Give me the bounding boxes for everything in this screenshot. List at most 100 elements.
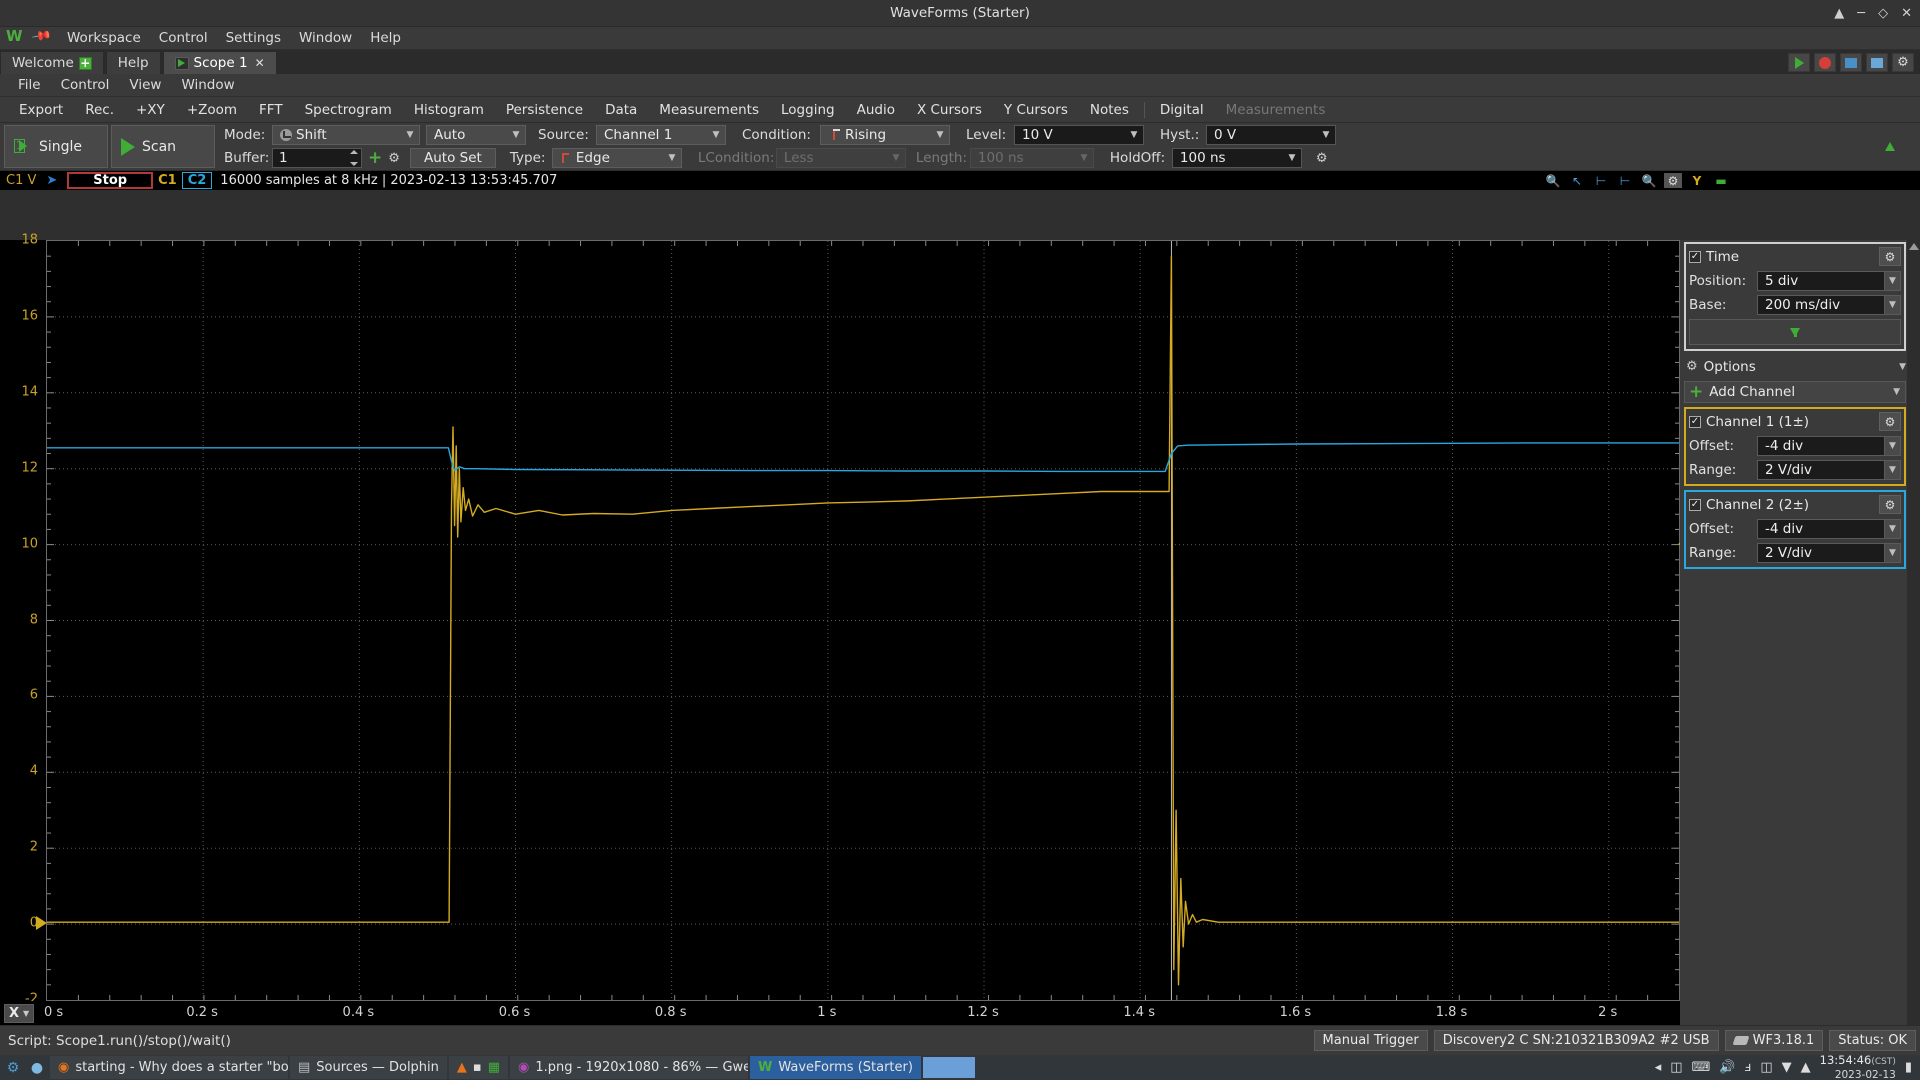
toolbar-measurements[interactable]: Measurements	[648, 99, 770, 121]
toolbar-logging[interactable]: Logging	[770, 99, 846, 121]
zoom-in-icon[interactable]: 🔍	[1544, 173, 1562, 188]
buffer-gear-icon[interactable]: ⚙	[388, 151, 400, 166]
volume-icon[interactable]: 🔊	[1719, 1060, 1735, 1075]
position-input[interactable]: 5 div ▼	[1757, 270, 1901, 291]
bluetooth-icon[interactable]: ⅎ	[1745, 1060, 1752, 1075]
window-button[interactable]	[1866, 53, 1888, 72]
minus-icon[interactable]: ▬	[1712, 173, 1730, 188]
channel-2-checkbox[interactable]: ✓	[1689, 498, 1701, 511]
notification-icon[interactable]: ◂	[1655, 1060, 1662, 1075]
show-desktop-icon[interactable]: ▮	[1905, 1060, 1912, 1075]
tab-scope-1[interactable]: Scope 1 ✕	[162, 51, 277, 74]
scope-menu-window[interactable]: Window	[171, 75, 244, 95]
toolbar-rec[interactable]: Rec.	[74, 99, 125, 121]
task-dolphin[interactable]: ▤ Sources — Dolphin	[290, 1056, 447, 1079]
level-input[interactable]: 10 V ▼	[1014, 125, 1144, 145]
toolbar-y-cursors[interactable]: Y Cursors	[993, 99, 1079, 121]
options-row[interactable]: ⚙ Options ▼	[1684, 355, 1906, 378]
single-button[interactable]: 1 Single	[4, 125, 108, 168]
stop-button[interactable]: Stop	[67, 172, 154, 189]
toolbar-notes[interactable]: Notes	[1079, 99, 1140, 121]
close-icon[interactable]: ✕	[1901, 7, 1912, 20]
condition-select[interactable]: Rising ▼	[820, 125, 950, 145]
time-checkbox[interactable]: ✓	[1689, 250, 1701, 263]
menu-settings[interactable]: Settings	[217, 28, 290, 48]
toolbar-digital[interactable]: Digital	[1149, 99, 1215, 121]
plus-icon[interactable]: +	[78, 56, 92, 70]
status-badge[interactable]: Status: OK	[1829, 1030, 1916, 1051]
menu-window[interactable]: Window	[290, 28, 361, 48]
cursor-measure-icon[interactable]: ↖	[1568, 173, 1586, 188]
browser-icon[interactable]: ●	[26, 1057, 48, 1079]
toolbar-persistence[interactable]: Persistence	[495, 99, 594, 121]
record-button[interactable]	[1814, 53, 1836, 72]
toolbar-zoom[interactable]: +Zoom	[176, 99, 248, 121]
task-waveforms[interactable]: W WaveForms (Starter)	[750, 1056, 921, 1079]
channel-1-range-input[interactable]: 2 V/div ▼	[1757, 459, 1901, 480]
taskbar-clock[interactable]: 13:54:46(CST) 2023-02-13	[1820, 1053, 1896, 1080]
scan-button[interactable]: Scan	[111, 125, 215, 168]
c2-badge[interactable]: C2	[181, 172, 213, 189]
stepper-icon[interactable]	[348, 149, 359, 167]
c1-badge[interactable]: C1	[153, 173, 182, 188]
toolbar-histogram[interactable]: Histogram	[403, 99, 495, 121]
time-scroll-bar[interactable]	[1689, 319, 1901, 345]
scroll-up-icon[interactable]	[1908, 243, 1919, 250]
channel-1-offset-input[interactable]: -4 div ▼	[1757, 435, 1901, 456]
device-status[interactable]: Discovery2 C SN:210321B309A2 #2 USB	[1433, 1030, 1719, 1051]
scope-menu-view[interactable]: View	[119, 75, 171, 95]
source-select[interactable]: Channel 1 ▼	[596, 125, 726, 145]
kde-start-icon[interactable]: ⚙	[2, 1057, 24, 1079]
settings-button[interactable]: ⚙	[1892, 53, 1914, 72]
mode-select[interactable]: Shift ▼	[272, 125, 420, 145]
auto-set-button[interactable]: Auto Set	[409, 148, 496, 168]
manual-trigger-button[interactable]: Manual Trigger	[1313, 1030, 1428, 1051]
add-buffer-icon[interactable]: +	[368, 149, 382, 167]
time-gear-icon[interactable]: ⚙	[1879, 247, 1901, 266]
close-icon[interactable]: ✕	[255, 56, 265, 70]
menu-control[interactable]: Control	[150, 28, 217, 48]
menu-help[interactable]: Help	[361, 28, 410, 48]
toolbar-export[interactable]: Export	[8, 99, 74, 121]
buffer-input[interactable]: 1	[272, 148, 362, 168]
run-button[interactable]	[1788, 53, 1810, 72]
device-icon[interactable]: ◫	[1670, 1060, 1682, 1075]
version-status[interactable]: WF3.18.1	[1724, 1030, 1824, 1051]
channel-1-checkbox[interactable]: ✓	[1689, 415, 1701, 428]
toolbar-fft[interactable]: FFT	[248, 99, 294, 121]
pager-widget[interactable]	[922, 1057, 1093, 1078]
h-measure-icon[interactable]: ⊢	[1592, 173, 1610, 188]
arrow-up-icon[interactable]	[1885, 142, 1895, 151]
type-select[interactable]: Edge ▼	[551, 148, 682, 168]
y-offset-marker-left[interactable]	[36, 916, 47, 931]
trigger-gear-icon[interactable]: ⚙	[1316, 151, 1328, 166]
channel-2-range-input[interactable]: 2 V/div ▼	[1757, 542, 1901, 563]
hyst-input[interactable]: 0 V ▼	[1206, 125, 1336, 145]
toolbar-spectrogram[interactable]: Spectrogram	[294, 99, 403, 121]
battery-icon[interactable]: ◫	[1760, 1060, 1772, 1075]
menu-workspace[interactable]: Workspace	[58, 28, 150, 48]
scope-menu-control[interactable]: Control	[51, 75, 120, 95]
h-measure2-icon[interactable]: ⊢	[1616, 173, 1634, 188]
task-gwenview[interactable]: ◉ 1.png - 1920x1080 - 86% — Gwe...	[510, 1056, 749, 1079]
play-icon[interactable]: ➤	[42, 173, 67, 188]
auto-select[interactable]: Auto ▼	[426, 125, 526, 145]
tab-welcome[interactable]: Welcome +	[0, 51, 104, 74]
collapse-icon[interactable]: ▲	[1834, 7, 1844, 20]
minimize-icon[interactable]: ─	[1857, 7, 1865, 20]
vpn-icon[interactable]: ▼	[1782, 1060, 1792, 1075]
channel-1-gear-icon[interactable]: ⚙	[1879, 412, 1901, 431]
panel-scrollbar[interactable]	[1907, 240, 1920, 1025]
tab-help[interactable]: Help	[105, 51, 161, 74]
y-axis-icon[interactable]: Y	[1688, 173, 1706, 188]
toolbar-x-cursors[interactable]: X Cursors	[906, 99, 993, 121]
task-vlc[interactable]: ▲ ▪ ▦	[448, 1056, 509, 1079]
x-axis-button[interactable]: X ▼	[4, 1004, 35, 1023]
channel-2-gear-icon[interactable]: ⚙	[1879, 495, 1901, 514]
toolbar-audio[interactable]: Audio	[846, 99, 906, 121]
toolbar-data[interactable]: Data	[594, 99, 648, 121]
panel-button[interactable]	[1840, 53, 1862, 72]
keyboard-icon[interactable]: ⌨	[1692, 1060, 1711, 1075]
base-input[interactable]: 200 ms/div ▼	[1757, 294, 1901, 315]
waveform-plot[interactable]	[46, 240, 1680, 1001]
